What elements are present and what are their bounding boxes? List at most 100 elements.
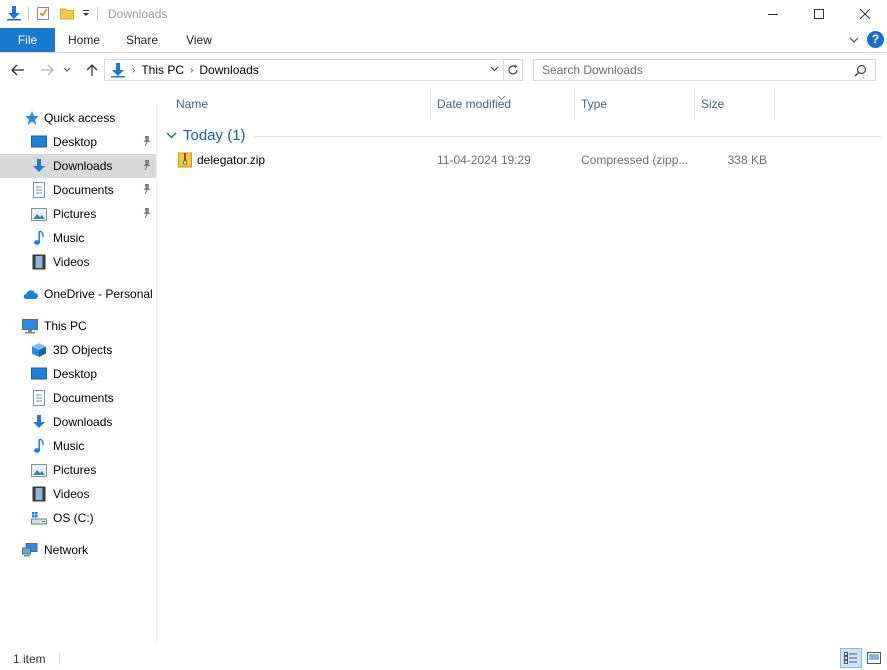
pictures-icon bbox=[31, 206, 47, 222]
up-arrow-icon bbox=[86, 64, 98, 76]
minimize-button[interactable] bbox=[750, 0, 796, 28]
column-header-type[interactable]: Type bbox=[575, 90, 695, 118]
pin-icon[interactable] bbox=[142, 159, 152, 174]
properties-icon[interactable] bbox=[35, 5, 51, 24]
forward-arrow-icon bbox=[41, 64, 54, 76]
item-count: 1 item bbox=[13, 652, 46, 666]
documents-icon bbox=[31, 182, 47, 198]
nav-pc-desktop[interactable]: Desktop bbox=[0, 362, 156, 386]
details-view-button[interactable] bbox=[840, 648, 862, 668]
refresh-button[interactable] bbox=[504, 59, 523, 81]
tab-view[interactable]: View bbox=[174, 28, 224, 52]
search-input[interactable]: Search Downloads bbox=[542, 63, 643, 77]
nav-label: 3D Objects bbox=[53, 343, 113, 357]
up-button[interactable] bbox=[82, 61, 102, 79]
drive-icon bbox=[31, 510, 47, 526]
tab-file[interactable]: File bbox=[0, 28, 55, 52]
toolbar-divider bbox=[28, 7, 29, 21]
title-bar: Downloads bbox=[0, 0, 887, 28]
tab-home[interactable]: Home bbox=[59, 28, 109, 52]
back-button[interactable] bbox=[8, 61, 28, 79]
nav-pc-3d-objects[interactable]: 3D Objects bbox=[0, 338, 156, 362]
sort-indicator-icon bbox=[497, 90, 506, 104]
music-icon bbox=[31, 230, 47, 246]
nav-label: Network bbox=[44, 543, 89, 557]
music-icon bbox=[31, 438, 47, 454]
nav-pc-music[interactable]: Music bbox=[0, 434, 156, 458]
breadcrumb-downloads[interactable]: Downloads bbox=[199, 63, 258, 77]
downloads-icon bbox=[31, 414, 47, 430]
nav-pc-videos[interactable]: Videos bbox=[0, 482, 156, 506]
downloads-folder-icon bbox=[110, 62, 126, 78]
customize-toolbar-dropdown-icon[interactable] bbox=[81, 7, 91, 21]
documents-icon bbox=[31, 390, 47, 406]
pin-icon[interactable] bbox=[142, 207, 152, 222]
search-icon[interactable] bbox=[854, 64, 867, 80]
window-title: Downloads bbox=[108, 7, 168, 21]
star-icon bbox=[24, 110, 40, 126]
tab-share[interactable]: Share bbox=[117, 28, 167, 52]
breadcrumb-chevron-icon[interactable]: › bbox=[190, 65, 193, 76]
desktop-icon bbox=[31, 134, 47, 150]
nav-label: Documents bbox=[53, 183, 114, 197]
videos-icon bbox=[31, 254, 47, 270]
pin-icon[interactable] bbox=[142, 183, 152, 198]
close-button[interactable] bbox=[842, 0, 887, 28]
toolbar-divider bbox=[97, 7, 98, 21]
nav-label: Music bbox=[53, 231, 85, 245]
nav-qa-pictures[interactable]: Pictures bbox=[0, 202, 156, 226]
large-icons-view-button[interactable] bbox=[863, 648, 885, 668]
breadcrumb-chevron-icon[interactable]: › bbox=[132, 65, 135, 76]
column-header-name[interactable]: Name bbox=[170, 90, 431, 118]
chevron-down-icon bbox=[63, 67, 71, 72]
nav-qa-desktop[interactable]: Desktop bbox=[0, 130, 156, 154]
videos-icon bbox=[31, 486, 47, 502]
nav-label: Desktop bbox=[53, 135, 98, 149]
nav-label: Videos bbox=[53, 487, 90, 501]
nav-qa-documents[interactable]: Documents bbox=[0, 178, 156, 202]
close-icon bbox=[860, 9, 870, 19]
forward-button[interactable] bbox=[37, 61, 57, 79]
cube-icon bbox=[31, 342, 47, 358]
group-divider bbox=[253, 135, 881, 137]
file-row[interactable]: delegator.zip 11-04-2024 19:29 Compresse… bbox=[166, 149, 778, 172]
nav-this-pc[interactable]: This PC bbox=[0, 314, 156, 338]
group-header-today[interactable]: Today (1) bbox=[166, 124, 881, 146]
network-icon bbox=[22, 542, 38, 558]
expand-ribbon-icon[interactable] bbox=[849, 33, 859, 47]
nav-qa-videos[interactable]: Videos bbox=[0, 250, 156, 274]
address-history-dropdown-icon[interactable] bbox=[490, 66, 499, 72]
nav-label: Desktop bbox=[53, 367, 98, 381]
cloud-icon bbox=[22, 286, 38, 302]
nav-label: This PC bbox=[44, 319, 87, 333]
column-header-size[interactable]: Size bbox=[695, 90, 775, 118]
nav-label: Pictures bbox=[53, 463, 97, 477]
nav-pc-os-drive[interactable]: OS (C:) bbox=[0, 506, 156, 530]
nav-label: Videos bbox=[53, 255, 90, 269]
maximize-button[interactable] bbox=[796, 0, 842, 28]
minimize-icon bbox=[768, 14, 778, 15]
recent-locations-button[interactable] bbox=[61, 61, 73, 79]
help-button[interactable]: ? bbox=[867, 31, 884, 48]
nav-network[interactable]: Network bbox=[0, 538, 156, 562]
details-view-icon bbox=[844, 652, 857, 664]
back-arrow-icon bbox=[11, 64, 24, 76]
search-box[interactable]: Search Downloads bbox=[533, 59, 876, 81]
collapse-chevron-icon[interactable] bbox=[166, 128, 177, 142]
navigation-pane: Quick access Desktop Downloads Documents… bbox=[0, 104, 157, 644]
refresh-icon bbox=[508, 65, 518, 75]
nav-qa-downloads[interactable]: Downloads bbox=[0, 154, 156, 178]
new-folder-icon[interactable] bbox=[59, 5, 75, 24]
nav-pc-pictures[interactable]: Pictures bbox=[0, 458, 156, 482]
maximize-icon bbox=[814, 9, 824, 19]
nav-pc-downloads[interactable]: Downloads bbox=[0, 410, 156, 434]
file-type: Compressed (zipp... bbox=[581, 153, 689, 167]
address-bar[interactable]: › This PC › Downloads bbox=[104, 59, 504, 81]
breadcrumb-this-pc[interactable]: This PC bbox=[141, 63, 184, 77]
pin-icon[interactable] bbox=[142, 135, 152, 150]
nav-pc-documents[interactable]: Documents bbox=[0, 386, 156, 410]
downloads-arrow-icon bbox=[6, 5, 22, 24]
nav-qa-music[interactable]: Music bbox=[0, 226, 156, 250]
nav-quick-access[interactable]: Quick access bbox=[0, 106, 156, 130]
nav-onedrive[interactable]: OneDrive - Personal bbox=[0, 282, 156, 306]
